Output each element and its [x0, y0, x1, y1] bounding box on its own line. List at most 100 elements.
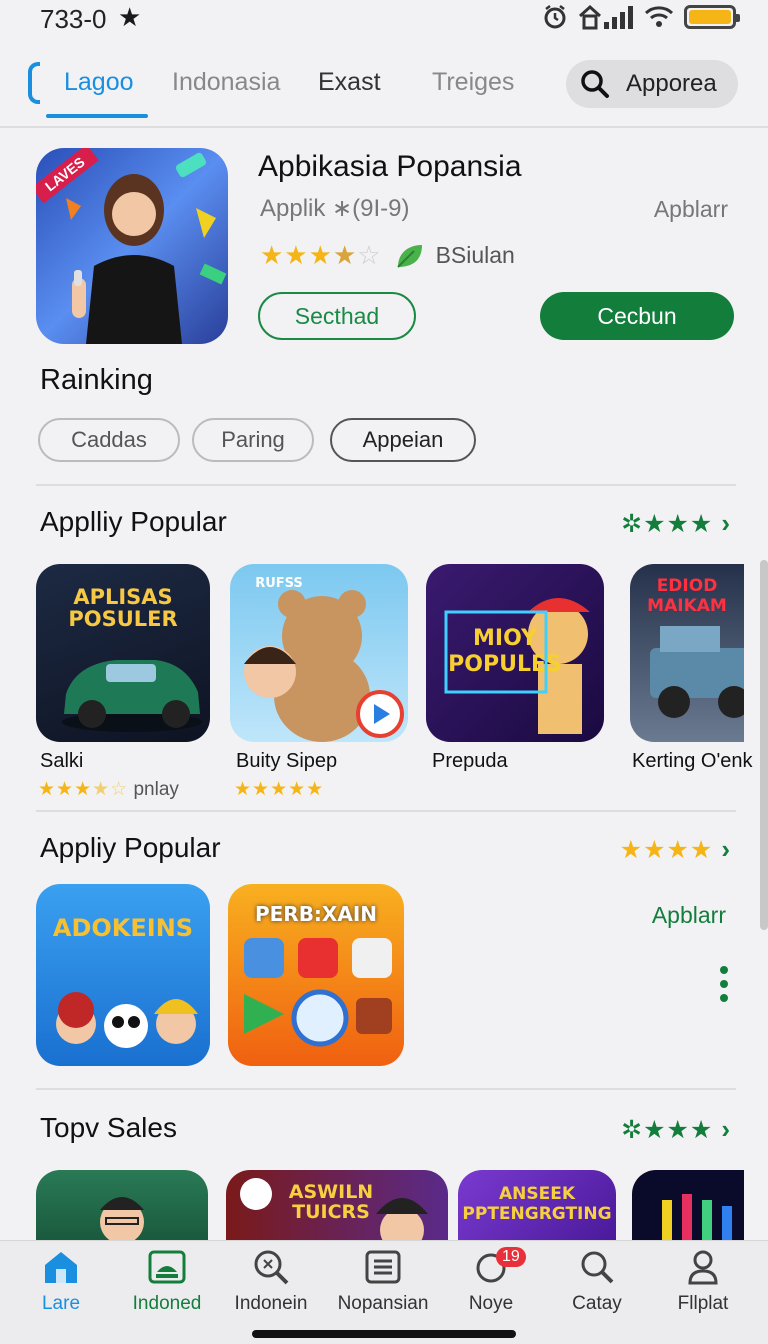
app-icon-top-sales-2[interactable]: ASWILN TUICRS: [226, 1170, 448, 1240]
nav-catay[interactable]: Catay: [542, 1247, 652, 1315]
bottom-navigation: Lare Indoned Indonein Nopansian 19 Noye …: [0, 1240, 768, 1344]
nav-indoned[interactable]: Indoned: [112, 1247, 222, 1315]
discover-icon: [254, 1250, 289, 1285]
divider: [36, 810, 736, 812]
nav-indonein[interactable]: Indonein: [216, 1247, 326, 1315]
nav-lare[interactable]: Lare: [6, 1247, 116, 1315]
notification-badge: 19: [496, 1247, 526, 1267]
scrollbar[interactable]: [760, 560, 768, 930]
icon-text: ANSEEK PPTENGRGTING: [462, 1184, 612, 1224]
app-icon-top-sales-1[interactable]: [36, 1170, 208, 1240]
gamepad-icon: [148, 1250, 186, 1284]
app-rating-stars: ★★★★☆: [38, 779, 129, 800]
featured-rating: ★★★★☆ BSiulan: [260, 240, 515, 271]
featured-app-title[interactable]: Apbikasia Popansia: [258, 150, 522, 184]
nav-label: Nopansian: [337, 1293, 429, 1314]
featured-app-icon[interactable]: LAVES: [36, 148, 228, 344]
icon-text: RUFSS: [255, 576, 303, 591]
icon-text: ASWILN TUICRS: [288, 1181, 374, 1223]
signal-icon: [578, 4, 633, 30]
search-button[interactable]: Apporea: [566, 60, 738, 108]
icon-text: APLISAS POSULER: [68, 585, 178, 631]
nav-nopansian[interactable]: Nopansian: [328, 1247, 438, 1315]
section-see-more[interactable]: ★★★★ ›: [620, 834, 730, 865]
section-title: Topv Sales: [40, 1112, 177, 1143]
wifi-icon: [644, 6, 674, 27]
app-icon-kerting-oenk[interactable]: EDIOD MAIKAM: [630, 564, 744, 742]
primary-action-button[interactable]: Cecbun: [540, 292, 734, 340]
filter-chip-paring[interactable]: Paring: [192, 418, 314, 462]
section-rating-stars: ✲★★★: [621, 509, 714, 538]
ranking-heading: Rainking: [40, 364, 153, 396]
tab-exast[interactable]: Exast: [318, 68, 381, 97]
app-icon-top-sales-4[interactable]: [632, 1170, 744, 1240]
app-name[interactable]: Prepuda: [432, 750, 508, 773]
top-tab-bar: Lagoo Indonasia Exast Treiges Apporea: [0, 56, 768, 128]
section-link[interactable]: Apblarr: [652, 902, 726, 929]
nav-label: Lare: [41, 1293, 81, 1314]
app-icon-buity-sipep[interactable]: RUFSS: [230, 564, 408, 742]
chevron-right-icon: ›: [721, 834, 730, 864]
app-name[interactable]: Kerting O'enk: [632, 750, 753, 773]
more-options-icon[interactable]: [720, 966, 728, 1002]
app-icon-perbxain[interactable]: PERB:XAIN: [228, 884, 404, 1066]
section-see-more[interactable]: ✲★★★ ›: [621, 1114, 730, 1145]
home-indicator[interactable]: [252, 1330, 516, 1338]
featured-app-subtitle: Applik ∗(9I-9): [260, 195, 410, 222]
leaf-icon: [396, 244, 422, 268]
nav-fllplat[interactable]: Fllplat: [648, 1247, 758, 1315]
nav-label: Fllplat: [677, 1293, 729, 1314]
section-title: Applliy Popular: [40, 506, 227, 537]
featured-tag: BSiulan: [435, 242, 515, 268]
app-icon-top-sales-3[interactable]: ANSEEK PPTENGRGTING: [458, 1170, 616, 1240]
home-icon: [45, 1252, 77, 1283]
nav-label: Indoned: [132, 1293, 202, 1314]
search-icon: [581, 1251, 614, 1284]
active-tab-indicator: [46, 114, 148, 118]
search-label: Apporea: [626, 70, 717, 97]
app-icon-prepuda[interactable]: MIOY POPULES: [426, 564, 604, 742]
nav-label: Indonein: [234, 1293, 308, 1314]
app-name[interactable]: Salki: [40, 750, 83, 773]
filter-chip-caddas[interactable]: Caddas: [38, 418, 180, 462]
app-rating-text: pnlay: [133, 779, 179, 800]
rating-stars: ★★★★☆: [260, 240, 382, 270]
tab-indonasia[interactable]: Indonasia: [172, 68, 280, 97]
divider: [36, 484, 736, 486]
search-icon: [581, 70, 609, 98]
app-icon-adokeins[interactable]: ADOKEINS: [36, 884, 210, 1066]
section-rating-stars: ✲★★★: [621, 1115, 714, 1144]
star-status-icon: ★: [118, 2, 142, 32]
list-icon: [365, 1250, 401, 1284]
app-rating-stars: ★★★★★: [234, 779, 325, 800]
status-icons: [542, 4, 740, 30]
chevron-right-icon: ›: [721, 1114, 730, 1144]
section-title: Appliy Popular: [40, 832, 221, 863]
filter-chip-appeian[interactable]: Appeian: [330, 418, 476, 462]
kids-illustration: [56, 992, 198, 1048]
featured-side-label: Apblarr: [653, 196, 728, 222]
clock: 733-0: [40, 4, 107, 34]
profile-icon: [688, 1250, 718, 1285]
chevron-right-icon: ›: [721, 508, 730, 538]
status-bar: 733-0 ★: [0, 0, 768, 40]
icon-text: EDIOD MAIKAM: [647, 576, 727, 616]
pens-illustration: [662, 1194, 732, 1240]
nav-noye[interactable]: 19 Noye: [436, 1247, 546, 1315]
app-name[interactable]: Buity Sipep: [236, 750, 337, 773]
person-illustration: [100, 1197, 144, 1240]
app-icon-salki[interactable]: APLISAS POSULER: [36, 564, 210, 742]
app-rating: ★★★★☆ pnlay: [38, 778, 179, 801]
section-rating-stars: ★★★★: [619, 835, 714, 864]
tab-lagoo[interactable]: Lagoo: [64, 68, 134, 97]
secondary-action-button[interactable]: Secthad: [258, 292, 416, 340]
battery-icon: [684, 5, 740, 29]
nav-label: Noye: [468, 1293, 514, 1314]
alarm-icon: [544, 5, 566, 29]
section-see-more[interactable]: ✲★★★ ›: [621, 508, 730, 539]
icon-text: ADOKEINS: [52, 914, 194, 942]
icon-text: PERB:XAIN: [254, 902, 378, 926]
tab-treiges[interactable]: Treiges: [432, 68, 514, 97]
divider: [36, 1088, 736, 1090]
tab-bracket-decoration: [28, 62, 40, 104]
